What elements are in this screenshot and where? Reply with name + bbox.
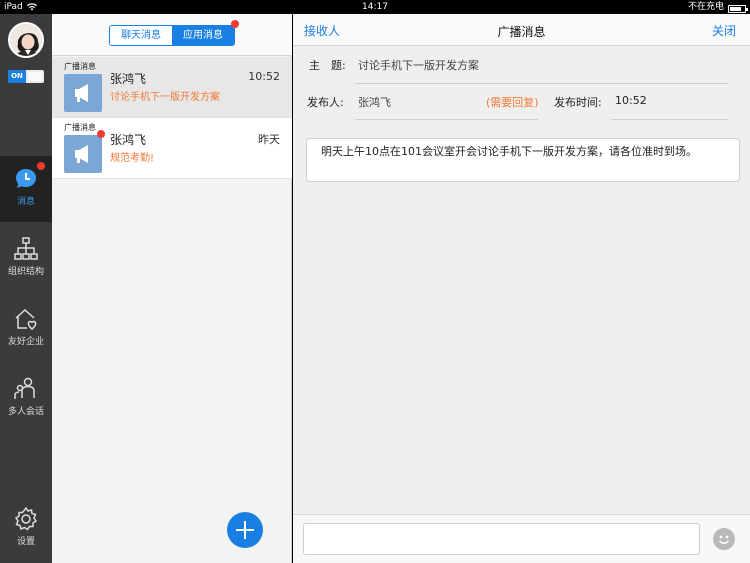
nav-label: 友好企业 [7, 337, 44, 347]
publisher-label: 发布人: [307, 96, 344, 109]
badge-dot [37, 162, 45, 170]
message-time: 10:52 [248, 70, 280, 83]
clock: 14:17 [362, 2, 388, 12]
reply-required-note: (需要回复) [486, 96, 539, 109]
nav-item-messages[interactable]: 消息 [0, 156, 52, 222]
gear-icon [14, 506, 38, 531]
group-chat-icon [14, 377, 35, 399]
add-button[interactable] [227, 512, 263, 548]
publish-time-label: 发布时间: [554, 96, 602, 109]
message-content: 明天上午10点在101会议室开会讨论手机下一版开发方案，请各位准时到场。 [306, 138, 740, 182]
badge-dot [231, 20, 239, 28]
house-heart-icon [15, 308, 37, 330]
item-tag: 广播消息 [64, 62, 96, 71]
nav-label: 设置 [16, 537, 35, 547]
list-item[interactable]: 广播消息 张鸿飞 昨天 规范考勤! [52, 118, 292, 179]
avatar[interactable] [8, 22, 44, 58]
sender-name: 张鸿飞 [110, 72, 147, 86]
status-bar: iPad 14:17 不在充电 [0, 0, 750, 14]
list-item[interactable]: 广播消息 张鸿飞 10:52 讨论手机下一版开发方案 [52, 57, 292, 118]
unread-dot [97, 130, 105, 138]
message-time: 昨天 [258, 133, 280, 146]
nav-item-org-structure[interactable]: 组织结构 [0, 226, 52, 292]
broadcast-icon [64, 74, 102, 112]
message-preview: 规范考勤! [110, 153, 155, 164]
avatar-image [10, 24, 42, 56]
chat-bubble-icon [16, 169, 36, 188]
reply-input[interactable] [303, 523, 700, 555]
publisher-value: 张鸿飞 [358, 96, 391, 109]
subject-label: 主 题: [309, 59, 346, 72]
nav-item-group-chat[interactable]: 多人会话 [0, 366, 52, 432]
detail-header: 接收人 广播消息 关闭 [293, 14, 750, 46]
broadcast-icon [64, 135, 102, 173]
org-chart-icon [14, 237, 38, 260]
nav-label: 组织结构 [7, 267, 44, 277]
reply-bar [293, 514, 750, 563]
page-title: 广播消息 [497, 25, 546, 39]
nav-label: 消息 [16, 197, 35, 207]
emoji-icon[interactable] [713, 528, 735, 550]
charging-status: 不在充电 [687, 2, 724, 12]
message-list-panel: 聊天消息 应用消息 广播消息 张鸿飞 10:52 讨论手机下一版开发方案 广播消… [52, 14, 292, 563]
battery-icon [728, 4, 748, 13]
sender-name: 张鸿飞 [110, 133, 147, 147]
nav-item-settings[interactable]: 设置 [0, 496, 52, 562]
message-type-switch: 聊天消息 应用消息 [109, 25, 235, 46]
list-header: 聊天消息 应用消息 [52, 14, 292, 56]
message-preview: 讨论手机下一版开发方案 [110, 92, 220, 103]
tab-app-messages[interactable]: 应用消息 [172, 26, 234, 45]
message-detail-panel: 接收人 广播消息 关闭 主 题: 讨论手机下一版开发方案 发布人: 张鸿飞 (需… [293, 14, 750, 563]
nav-label: 多人会话 [7, 407, 44, 417]
online-toggle[interactable]: ON [8, 70, 44, 83]
sidebar-nav: ON 消息 组织结构 友好企业 多人会话 设置 [0, 14, 52, 563]
nav-item-friendly-companies[interactable]: 友好企业 [0, 296, 52, 362]
toggle-on-label: ON [8, 70, 26, 83]
item-tag: 广播消息 [64, 123, 96, 132]
close-button[interactable]: 关闭 [712, 22, 736, 39]
tab-chat-messages[interactable]: 聊天消息 [110, 26, 172, 45]
subject-value: 讨论手机下一版开发方案 [358, 59, 479, 72]
publish-time-value: 10:52 [615, 94, 647, 107]
